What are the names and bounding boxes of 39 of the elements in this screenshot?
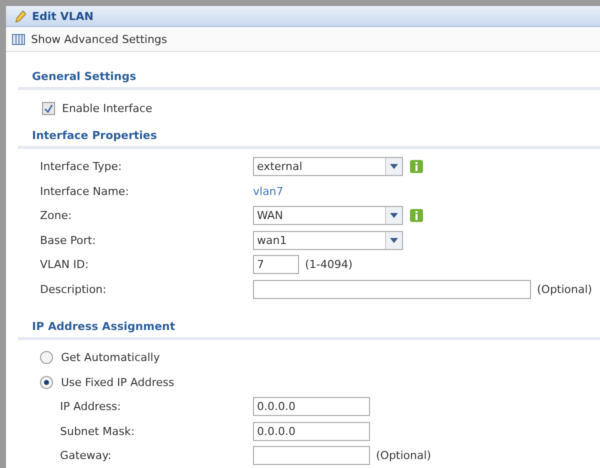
- show-advanced-settings-button[interactable]: Show Advanced Settings: [12, 32, 168, 46]
- caret-icon: [390, 238, 398, 243]
- field-label: Interface Name:: [40, 184, 130, 198]
- pencil-icon: [14, 10, 26, 22]
- checkbox-label: Enable Interface: [62, 102, 152, 115]
- field-label: Base Port:: [40, 234, 97, 247]
- info-icon[interactable]: [410, 209, 423, 222]
- dropdown[interactable]: external: [253, 157, 403, 176]
- field-label: Zone:: [40, 209, 73, 222]
- field-label: Interface Type:: [40, 160, 123, 174]
- columns-icon: [12, 34, 25, 44]
- input-field[interactable]: 0.0.0.0: [253, 397, 370, 416]
- radio-button[interactable]: [40, 376, 53, 389]
- section-heading: General Settings: [18, 62, 600, 90]
- field-label: Description:: [40, 282, 108, 296]
- section-heading: Interface Properties: [18, 120, 600, 148]
- caret-icon: [390, 213, 398, 218]
- interface-name-link[interactable]: vlan7: [253, 184, 284, 198]
- field-label: VLAN ID:: [40, 258, 90, 272]
- enable-interface-checkbox[interactable]: [42, 102, 55, 115]
- input-field[interactable]: [253, 280, 531, 299]
- input-field[interactable]: 0.0.0.0: [253, 422, 370, 441]
- field-label: Gateway:: [60, 449, 112, 462]
- caret-icon: [390, 164, 398, 170]
- field-hint: (1-4094): [305, 258, 353, 272]
- dropdown[interactable]: wan1: [253, 230, 403, 250]
- field-label: Subnet Mask:: [60, 424, 136, 438]
- section-heading: IP Address Assignment: [18, 312, 600, 340]
- field-label: IP Address:: [60, 400, 122, 414]
- info-icon[interactable]: [410, 160, 423, 174]
- dropdown[interactable]: WAN: [253, 206, 403, 226]
- field-hint: (Optional): [537, 282, 592, 296]
- radio-button[interactable]: [40, 351, 53, 364]
- input-field[interactable]: 7: [253, 255, 299, 274]
- window-title: Edit VLAN: [32, 10, 94, 22]
- field-hint: (Optional): [376, 449, 432, 462]
- radio-label: Use Fixed IP Address: [61, 376, 174, 389]
- input-field[interactable]: [253, 446, 370, 466]
- radio-label: Get Automatically: [61, 351, 160, 364]
